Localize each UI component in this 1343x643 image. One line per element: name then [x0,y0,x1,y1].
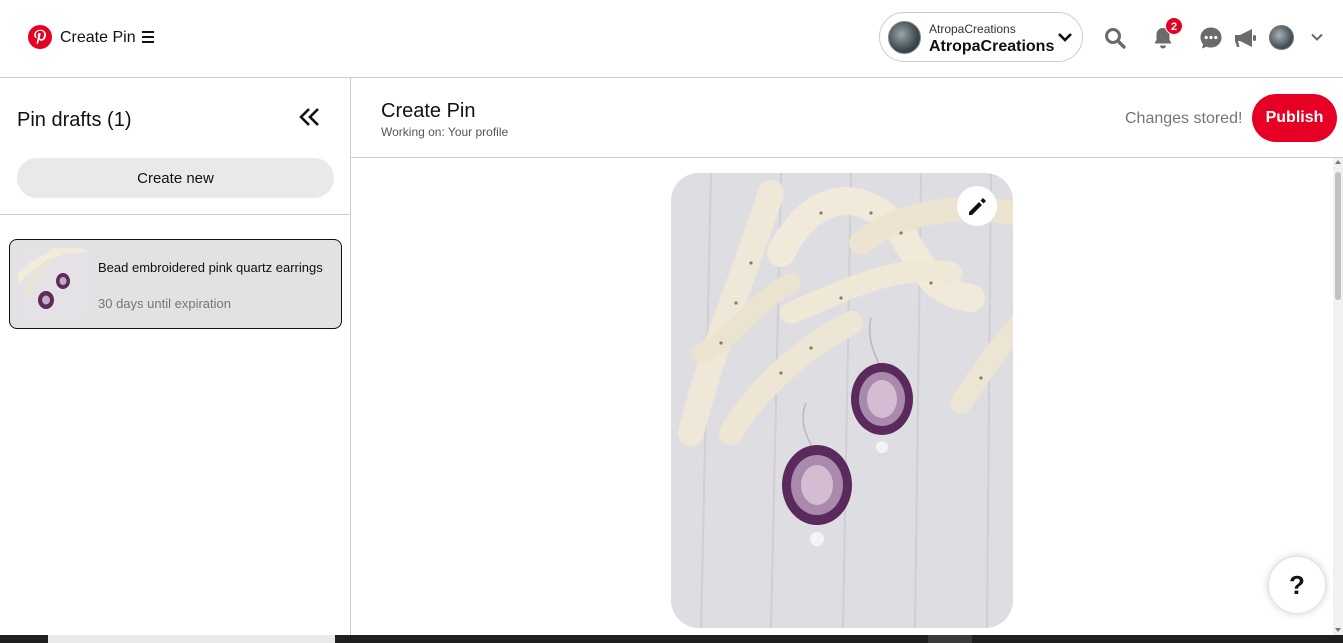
working-on-label: Working on: Your profile [381,125,509,139]
draft-item[interactable]: Bead embroidered pink quartz earrings 30… [9,239,342,329]
create-new-button[interactable]: Create new [17,158,334,198]
os-taskbar [0,635,1343,643]
chat-icon[interactable] [1199,26,1223,50]
account-small-name: AtropaCreations [929,22,1016,36]
save-status: Changes stored! [1125,110,1243,127]
menu-icon[interactable] [142,31,154,43]
account-name: AtropaCreations [929,38,1055,55]
main-header: Create Pin Working on: Your profile Chan… [351,78,1343,158]
scroll-down-icon[interactable] [1335,628,1341,632]
divider [0,214,350,215]
draft-thumbnail [18,248,90,320]
publish-button[interactable]: Publish [1252,94,1337,142]
scrollbar[interactable] [1333,158,1343,635]
pencil-icon [969,198,986,215]
page-title: Create Pin [381,100,476,122]
user-avatar[interactable] [1269,25,1294,50]
chevron-down-icon [1058,33,1072,42]
pinterest-logo-icon[interactable] [28,25,52,49]
drafts-count: (1) [107,109,132,131]
search-icon[interactable] [1103,26,1127,50]
pin-editor [351,158,1343,635]
draft-title: Bead embroidered pink quartz earrings [98,260,323,275]
pin-image[interactable] [671,173,1013,628]
taskbar-item[interactable] [48,635,335,643]
header-title[interactable]: Create Pin [60,29,136,47]
taskbar-item[interactable] [928,635,972,643]
top-bar: Create Pin AtropaCreations AtropaCreatio… [0,0,1343,78]
drafts-title: Pin drafts [17,109,102,131]
help-button[interactable]: ? [1269,557,1325,613]
megaphone-icon[interactable] [1233,26,1257,50]
notification-badge: 2 [1165,17,1183,35]
drafts-heading: Pin drafts (1) [17,109,132,132]
chevron-down-icon[interactable] [1310,32,1324,42]
scroll-up-icon[interactable] [1335,160,1341,164]
collapse-sidebar-icon[interactable] [297,106,323,128]
draft-expiration: 30 days until expiration [98,296,231,311]
drafts-sidebar: Pin drafts (1) Create new Bead embroider… [0,78,351,643]
account-avatar [888,21,921,54]
edit-image-button[interactable] [957,186,997,226]
scroll-thumb[interactable] [1335,172,1341,300]
account-switcher[interactable]: AtropaCreations AtropaCreations [879,12,1083,62]
